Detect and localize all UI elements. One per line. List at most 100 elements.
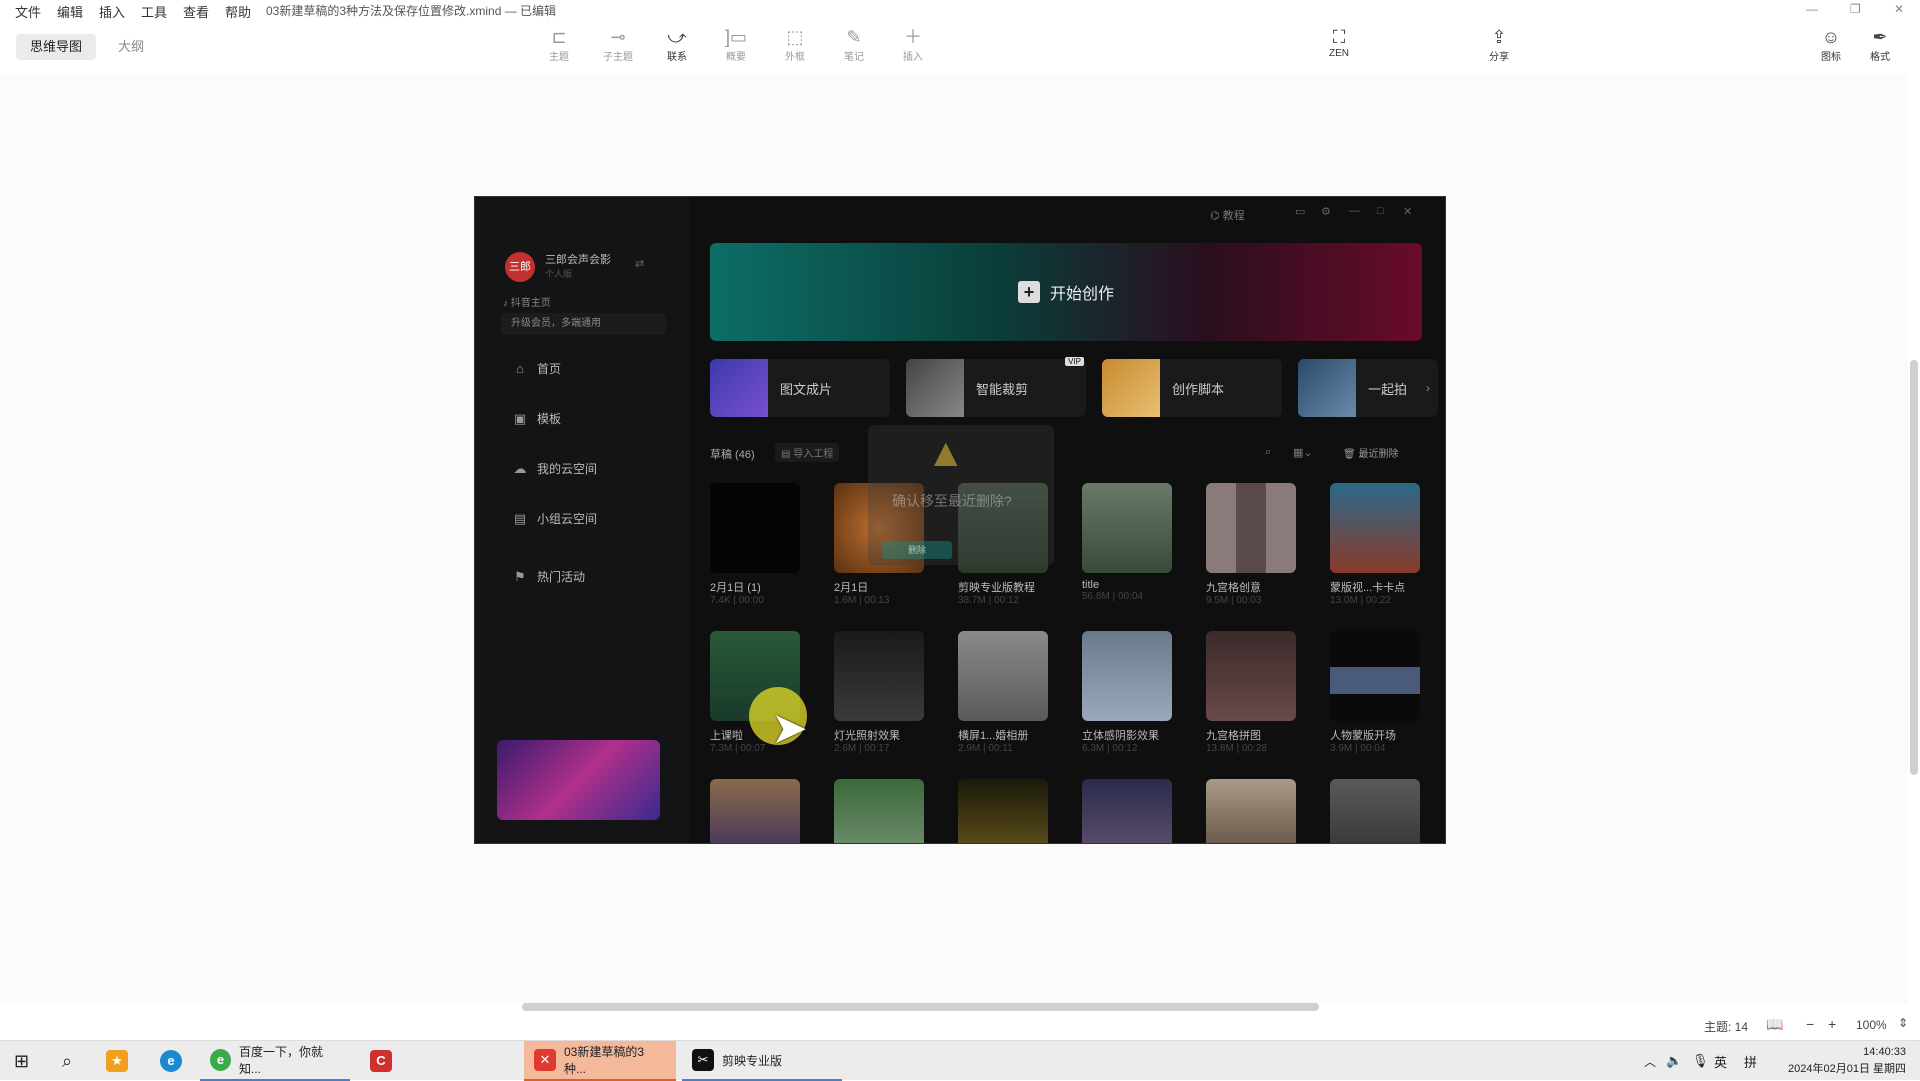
draft-card[interactable]: 九宫格拼图 13.8M | 00:28 (1206, 631, 1296, 754)
minimize-icon[interactable]: — (1349, 205, 1360, 217)
draft-thumb[interactable] (958, 779, 1048, 843)
nav-templates[interactable]: ▣ 模板 (513, 410, 561, 427)
draft-card[interactable]: 灯光照射效果 2.6M | 00:17 (834, 631, 924, 754)
edge-app[interactable]: e (160, 1041, 182, 1081)
menu-edit[interactable]: 编辑 (57, 2, 83, 21)
favorites-app[interactable]: ★ (106, 1041, 128, 1081)
quick-thumb (1102, 359, 1160, 417)
zoom-in-icon[interactable]: + (1828, 1016, 1836, 1032)
draft-thumb (1082, 483, 1172, 573)
ime-mode[interactable]: 拼 (1744, 1041, 1757, 1081)
view-tabs: 思维导图 大纲 (16, 34, 158, 60)
switch-icon[interactable]: ⇄ (635, 257, 644, 270)
topic-button[interactable]: ⊏ 主题 (534, 24, 584, 63)
subtopic-button[interactable]: ⊸ 子主题 (593, 24, 643, 63)
import-project-button[interactable]: ▤ 导入工程 (775, 443, 840, 462)
chevron-right-icon[interactable]: › (1426, 381, 1430, 395)
browser-icon: e (210, 1049, 231, 1071)
zoom-out-icon[interactable]: − (1806, 1016, 1814, 1032)
search-icon[interactable]: ⌕ (62, 1041, 72, 1081)
draft-thumb (1082, 631, 1172, 721)
plus-icon: + (1017, 281, 1040, 303)
tray-chevron-icon[interactable]: ︿ (1644, 1041, 1656, 1081)
taskbar-xmind[interactable]: ✕ 03新建草稿的3种... (524, 1041, 676, 1081)
upgrade-banner[interactable]: 升级会员，多端通用 (501, 313, 666, 335)
quick-smart-crop[interactable]: 智能裁剪 VIP (906, 357, 1086, 417)
tutorial-link[interactable]: ⌬ 教程 (1210, 207, 1245, 223)
note-button[interactable]: ✎ 笔记 (829, 24, 879, 63)
volume-icon[interactable]: 🔈 (1666, 1041, 1682, 1081)
draft-thumb[interactable] (710, 779, 800, 843)
microphone-icon[interactable]: 🎙 (1692, 1041, 1709, 1081)
tab-outline[interactable]: 大纲 (104, 34, 158, 60)
nav-hot-events[interactable]: ⚑ 热门活动 (513, 568, 585, 585)
zoom-stepper-icon[interactable]: ⇕ (1898, 1016, 1908, 1030)
summary-button[interactable]: ]▭ 概要 (711, 24, 761, 63)
quick-shoot-together[interactable]: 一起拍 › (1298, 359, 1438, 417)
draft-card[interactable]: 蒙版视...卡卡点 13.0M | 00:22 (1330, 483, 1420, 606)
promo-banner[interactable] (497, 740, 660, 820)
quick-script[interactable]: 创作脚本 (1102, 359, 1282, 417)
star-icon: ★ (106, 1050, 128, 1072)
grid-view-icon[interactable]: ▦⌄ (1293, 446, 1313, 459)
restore-icon[interactable]: ❐ (1850, 2, 1861, 16)
menu-view[interactable]: 查看 (183, 2, 209, 21)
draft-thumb[interactable] (1082, 779, 1172, 843)
draft-thumb[interactable] (1330, 779, 1420, 843)
book-icon[interactable]: 📖 (1766, 1016, 1783, 1033)
recent-delete-button[interactable]: 🗑 最近删除 (1343, 445, 1398, 460)
insert-button[interactable]: ＋ 插入 (888, 24, 938, 63)
flag-icon: ⚑ (514, 568, 526, 584)
horizontal-scrollbar[interactable] (522, 1003, 1319, 1011)
windows-start-icon[interactable]: ⊞ (14, 1041, 29, 1081)
taskbar-browser[interactable]: e 百度一下，你就知... (200, 1041, 350, 1081)
delete-dialog: ▲ 确认移至最近删除? 删除 (868, 425, 1054, 565)
taskbar-jianying[interactable]: ✂ 剪映专业版 (682, 1041, 842, 1081)
camtasia-app[interactable]: C (370, 1041, 392, 1081)
cloud-icon: ☁ (513, 460, 527, 476)
relation-button[interactable]: ⤻ 联系 (652, 24, 702, 63)
draft-card[interactable]: 横屏1...婚相册 2.9M | 00:11 (958, 631, 1048, 754)
nav-home[interactable]: ⌂ 首页 (513, 360, 561, 377)
search-icon[interactable]: ⌕ (1265, 446, 1271, 459)
draft-card[interactable]: 人物蒙版开场 3.9M | 00:04 (1330, 631, 1420, 754)
format-panel-button[interactable]: ✒ 格式 (1855, 24, 1905, 63)
menu-help[interactable]: 帮助 (225, 2, 251, 21)
ime-language[interactable]: 英 (1714, 1041, 1727, 1081)
message-icon[interactable]: ▭ (1295, 205, 1305, 218)
draft-card[interactable]: 2月1日 (1) 7.4K | 00:00 (710, 483, 800, 606)
quick-image-to-video[interactable]: 图文成片 (710, 359, 890, 417)
draft-card[interactable]: 立体感阴影效果 6.3M | 00:12 (1082, 631, 1172, 754)
maximize-icon[interactable]: □ (1377, 205, 1384, 217)
draft-card[interactable]: 九宫格创意 9.5M | 00:03 (1206, 483, 1296, 606)
format-panel-label: 格式 (1870, 52, 1890, 63)
draft-thumb[interactable] (1206, 779, 1296, 843)
zoom-level[interactable]: 100% (1856, 1018, 1887, 1032)
icon-panel-button[interactable]: ☺ 图标 (1806, 24, 1856, 63)
douyin-link[interactable]: ♪ 抖音主页 (503, 294, 551, 309)
nav-my-cloud[interactable]: ☁ 我的云空间 (513, 460, 598, 477)
status-bar: 主题: 14 📖 − + 100% ⇕ (0, 1014, 1920, 1038)
vertical-scrollbar[interactable] (1910, 360, 1918, 775)
start-creating-button[interactable]: + 开始创作 (710, 243, 1422, 341)
share-button[interactable]: ⇪ 分享 (1474, 24, 1524, 63)
zen-button[interactable]: ⛶ ZEN (1314, 24, 1364, 59)
draft-card[interactable]: title 56.8M | 00:04 (1082, 483, 1172, 602)
menu-tools[interactable]: 工具 (141, 2, 167, 21)
tab-mindmap[interactable]: 思维导图 (16, 34, 97, 60)
clock[interactable]: 14:40:33 2024年02月01日 星期四 (1776, 1044, 1906, 1078)
boundary-button[interactable]: ⬚ 外框 (770, 24, 820, 63)
dialog-confirm-button[interactable]: 删除 (882, 541, 952, 559)
minimize-icon[interactable]: — (1806, 2, 1818, 16)
quick-thumb (710, 359, 768, 417)
embedded-image[interactable]: 三郎 三郎会声会影 个人版 ⇄ ♪ 抖音主页 升级会员，多端通用 ⌂ 首页 ▣ 模板… (474, 196, 1446, 844)
menu-file[interactable]: 文件 (15, 2, 41, 21)
menu-insert[interactable]: 插入 (99, 2, 125, 21)
draft-meta: 7.4K | 00:00 (710, 595, 764, 606)
settings-icon[interactable]: ⚙ (1321, 205, 1331, 218)
team-cloud-icon: ▤ (513, 510, 527, 526)
nav-team-cloud[interactable]: ▤ 小组云空间 (513, 510, 597, 527)
draft-thumb[interactable] (834, 779, 924, 843)
close-icon[interactable]: ✕ (1894, 2, 1904, 16)
close-icon[interactable]: ✕ (1403, 205, 1412, 218)
